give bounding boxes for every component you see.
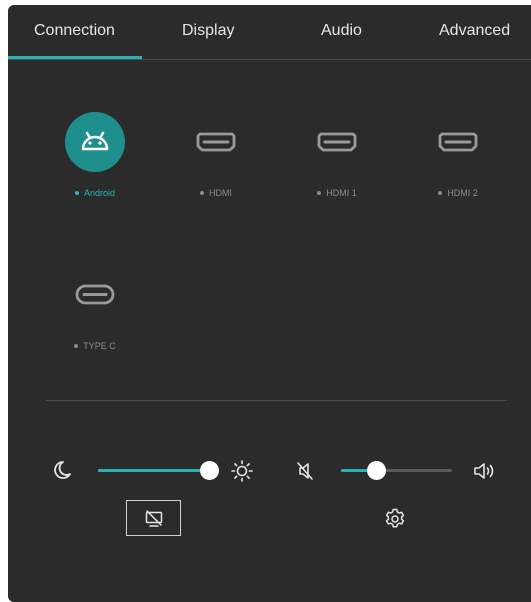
input-source-panel: Connection Display Audio Advanced Androi… bbox=[8, 5, 531, 602]
active-tab-indicator bbox=[8, 56, 142, 59]
source-android[interactable]: Android bbox=[40, 112, 150, 198]
gear-icon[interactable] bbox=[383, 507, 407, 531]
source-label-hdmi: HDMI bbox=[161, 188, 271, 198]
volume-thumb[interactable] bbox=[367, 461, 387, 480]
android-icon bbox=[81, 131, 109, 151]
brightness-thumb[interactable] bbox=[199, 461, 219, 480]
sun-icon[interactable] bbox=[230, 459, 254, 483]
source-label-hdmi-1: HDMI 1 bbox=[282, 188, 392, 198]
speaker-icon[interactable] bbox=[472, 459, 498, 483]
hdmi-port-icon bbox=[317, 132, 357, 152]
screen-off-button[interactable] bbox=[126, 500, 181, 536]
status-dot bbox=[200, 190, 204, 195]
hdmi-source-button[interactable] bbox=[186, 112, 246, 172]
tab-connection[interactable]: Connection bbox=[34, 22, 115, 40]
status-dot bbox=[317, 190, 322, 195]
source-hdmi-1[interactable]: HDMI 1 bbox=[282, 112, 392, 198]
tab-advanced[interactable]: Advanced bbox=[439, 22, 510, 40]
moon-icon[interactable] bbox=[51, 459, 73, 481]
screen-off-icon bbox=[145, 510, 163, 527]
source-label-android: Android bbox=[40, 188, 150, 198]
tab-audio[interactable]: Audio bbox=[321, 22, 362, 40]
type-c-source-button[interactable] bbox=[65, 265, 125, 325]
hdmi-port-icon bbox=[196, 132, 236, 152]
android-source-button[interactable] bbox=[65, 112, 125, 172]
source-hdmi-2[interactable]: HDMI 2 bbox=[403, 112, 513, 198]
mute-icon[interactable] bbox=[294, 460, 316, 482]
hdmi-1-source-button[interactable] bbox=[307, 112, 367, 172]
status-dot bbox=[74, 190, 79, 195]
tab-display[interactable]: Display bbox=[182, 22, 234, 40]
brightness-fill bbox=[98, 469, 209, 472]
status-dot bbox=[74, 343, 79, 348]
source-label-type-c: TYPE C bbox=[40, 341, 150, 351]
hdmi-port-icon bbox=[438, 132, 478, 152]
hdmi-2-source-button[interactable] bbox=[428, 112, 488, 172]
tab-bar: Connection Display Audio Advanced bbox=[8, 5, 531, 60]
usb-c-port-icon bbox=[75, 284, 115, 305]
source-hdmi[interactable]: HDMI bbox=[161, 112, 271, 198]
section-divider bbox=[46, 400, 507, 401]
status-dot bbox=[438, 190, 443, 195]
source-label-hdmi-2: HDMI 2 bbox=[403, 188, 513, 198]
source-type-c[interactable]: TYPE C bbox=[40, 265, 150, 351]
